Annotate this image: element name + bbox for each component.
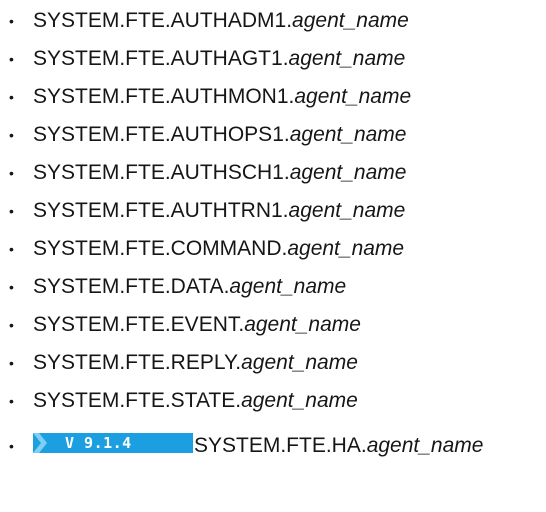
- queue-name-variable: agent_name: [241, 351, 358, 374]
- list-item: • SYSTEM.FTE.EVENT.agent_name: [0, 306, 546, 344]
- list-item: • SYSTEM.FTE.AUTHSCH1.agent_name: [0, 154, 546, 192]
- queue-name-prefix: SYSTEM.FTE.COMMAND.: [33, 237, 288, 260]
- queue-name-prefix: SYSTEM.FTE.EVENT.: [33, 313, 245, 336]
- queue-name-prefix: SYSTEM.FTE.HA.: [194, 434, 367, 457]
- list-item: • SYSTEM.FTE.STATE.agent_name: [0, 382, 546, 420]
- list-item: • SYSTEM.FTE.AUTHADM1.agent_name: [0, 2, 546, 40]
- queue-name-prefix: SYSTEM.FTE.AUTHOPS1.: [33, 123, 290, 146]
- queue-name-variable: agent_name: [287, 237, 405, 260]
- list-bullet: •: [9, 89, 14, 105]
- version-badge-text: V 9.1.4: [65, 434, 132, 453]
- queue-name-variable: agent_name: [288, 199, 406, 222]
- list-item: • SYSTEM.FTE.DATA.agent_name: [0, 268, 546, 306]
- list-bullet: •: [9, 279, 14, 295]
- list-bullet: •: [9, 317, 14, 333]
- queue-name-prefix: SYSTEM.FTE.AUTHSCH1.: [33, 161, 290, 184]
- queue-name-prefix: SYSTEM.FTE.REPLY.: [33, 351, 242, 374]
- queue-name-variable: agent_name: [292, 9, 409, 32]
- queue-name-list: • SYSTEM.FTE.AUTHADM1.agent_name • SYSTE…: [0, 2, 546, 472]
- list-bullet: •: [9, 127, 14, 143]
- list-item: • V 9.1.4 SYSTEM.FTE.HA.agent_name: [0, 420, 546, 472]
- list-bullet: •: [9, 241, 14, 257]
- list-bullet: •: [9, 203, 14, 219]
- list-bullet: •: [9, 355, 14, 371]
- list-item: • SYSTEM.FTE.REPLY.agent_name: [0, 344, 546, 382]
- list-item: • SYSTEM.FTE.COMMAND.agent_name: [0, 230, 546, 268]
- queue-name-variable: agent_name: [366, 434, 484, 457]
- queue-name-variable: agent_name: [294, 85, 412, 108]
- list-item: • SYSTEM.FTE.AUTHOPS1.agent_name: [0, 116, 546, 154]
- queue-name-prefix: SYSTEM.FTE.DATA.: [33, 275, 230, 298]
- queue-name-prefix: SYSTEM.FTE.AUTHAGT1.: [33, 47, 289, 70]
- queue-name-prefix: SYSTEM.FTE.STATE.: [33, 389, 242, 412]
- list-bullet: •: [9, 51, 14, 67]
- queue-name-prefix: SYSTEM.FTE.AUTHTRN1.: [33, 199, 289, 222]
- list-bullet: •: [9, 13, 14, 29]
- queue-name-prefix: SYSTEM.FTE.AUTHMON1.: [33, 85, 295, 108]
- list-item: • SYSTEM.FTE.AUTHMON1.agent_name: [0, 78, 546, 116]
- chevron-right-icon: [33, 433, 47, 454]
- queue-name-variable: agent_name: [229, 275, 347, 298]
- queue-name-variable: agent_name: [241, 389, 358, 412]
- list-bullet: •: [9, 438, 14, 454]
- queue-name-variable: agent_name: [288, 47, 406, 70]
- list-item: • SYSTEM.FTE.AUTHTRN1.agent_name: [0, 192, 546, 230]
- queue-name-prefix: SYSTEM.FTE.AUTHADM1.: [33, 9, 293, 32]
- list-bullet: •: [9, 165, 14, 181]
- list-bullet: •: [9, 393, 14, 409]
- queue-name-variable: agent_name: [289, 161, 407, 184]
- queue-name-variable: agent_name: [244, 313, 361, 336]
- queue-name-variable: agent_name: [289, 123, 407, 146]
- version-badge: V 9.1.4: [33, 433, 193, 454]
- list-item: • SYSTEM.FTE.AUTHAGT1.agent_name: [0, 40, 546, 78]
